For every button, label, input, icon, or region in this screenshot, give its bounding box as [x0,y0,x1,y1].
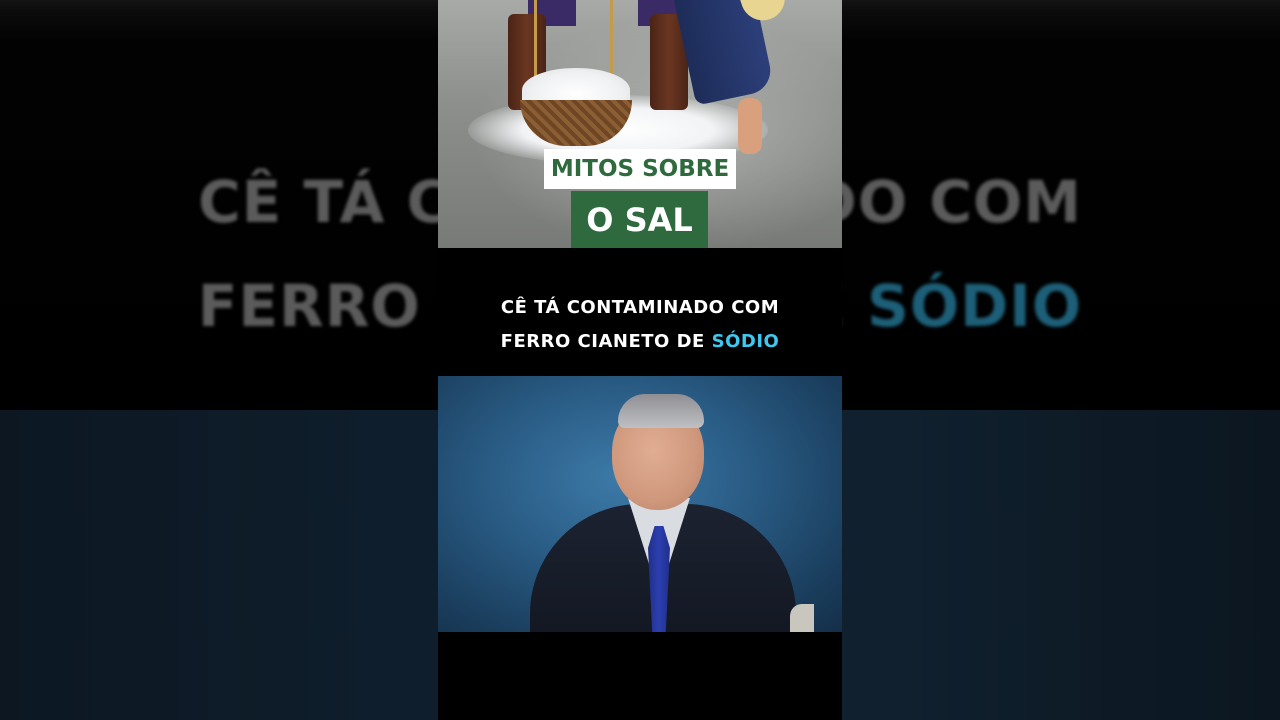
video-frame[interactable]: MITOS SOBRE O SAL CÊ TÁ CONTAMINADO COM … [438,0,842,720]
title-line1: MITOS SOBRE [544,149,736,189]
caption-highlight: SÓDIO [711,331,780,352]
caption-line2-text: FERRO CIANETO DE [500,331,712,352]
speaker-hair [618,394,704,428]
title-line2: O SAL [571,191,708,248]
blurred-caption-highlight: SÓDIO [867,272,1083,340]
caption-line1: CÊ TÁ CONTAMINADO COM [500,297,780,318]
caption-line2: FERRO CIANETO DE SÓDIO [438,331,842,352]
worker-hand [738,98,762,154]
speaker-video [438,376,842,632]
chair [790,604,814,632]
salt-harvest-photo: MITOS SOBRE O SAL [438,0,842,248]
